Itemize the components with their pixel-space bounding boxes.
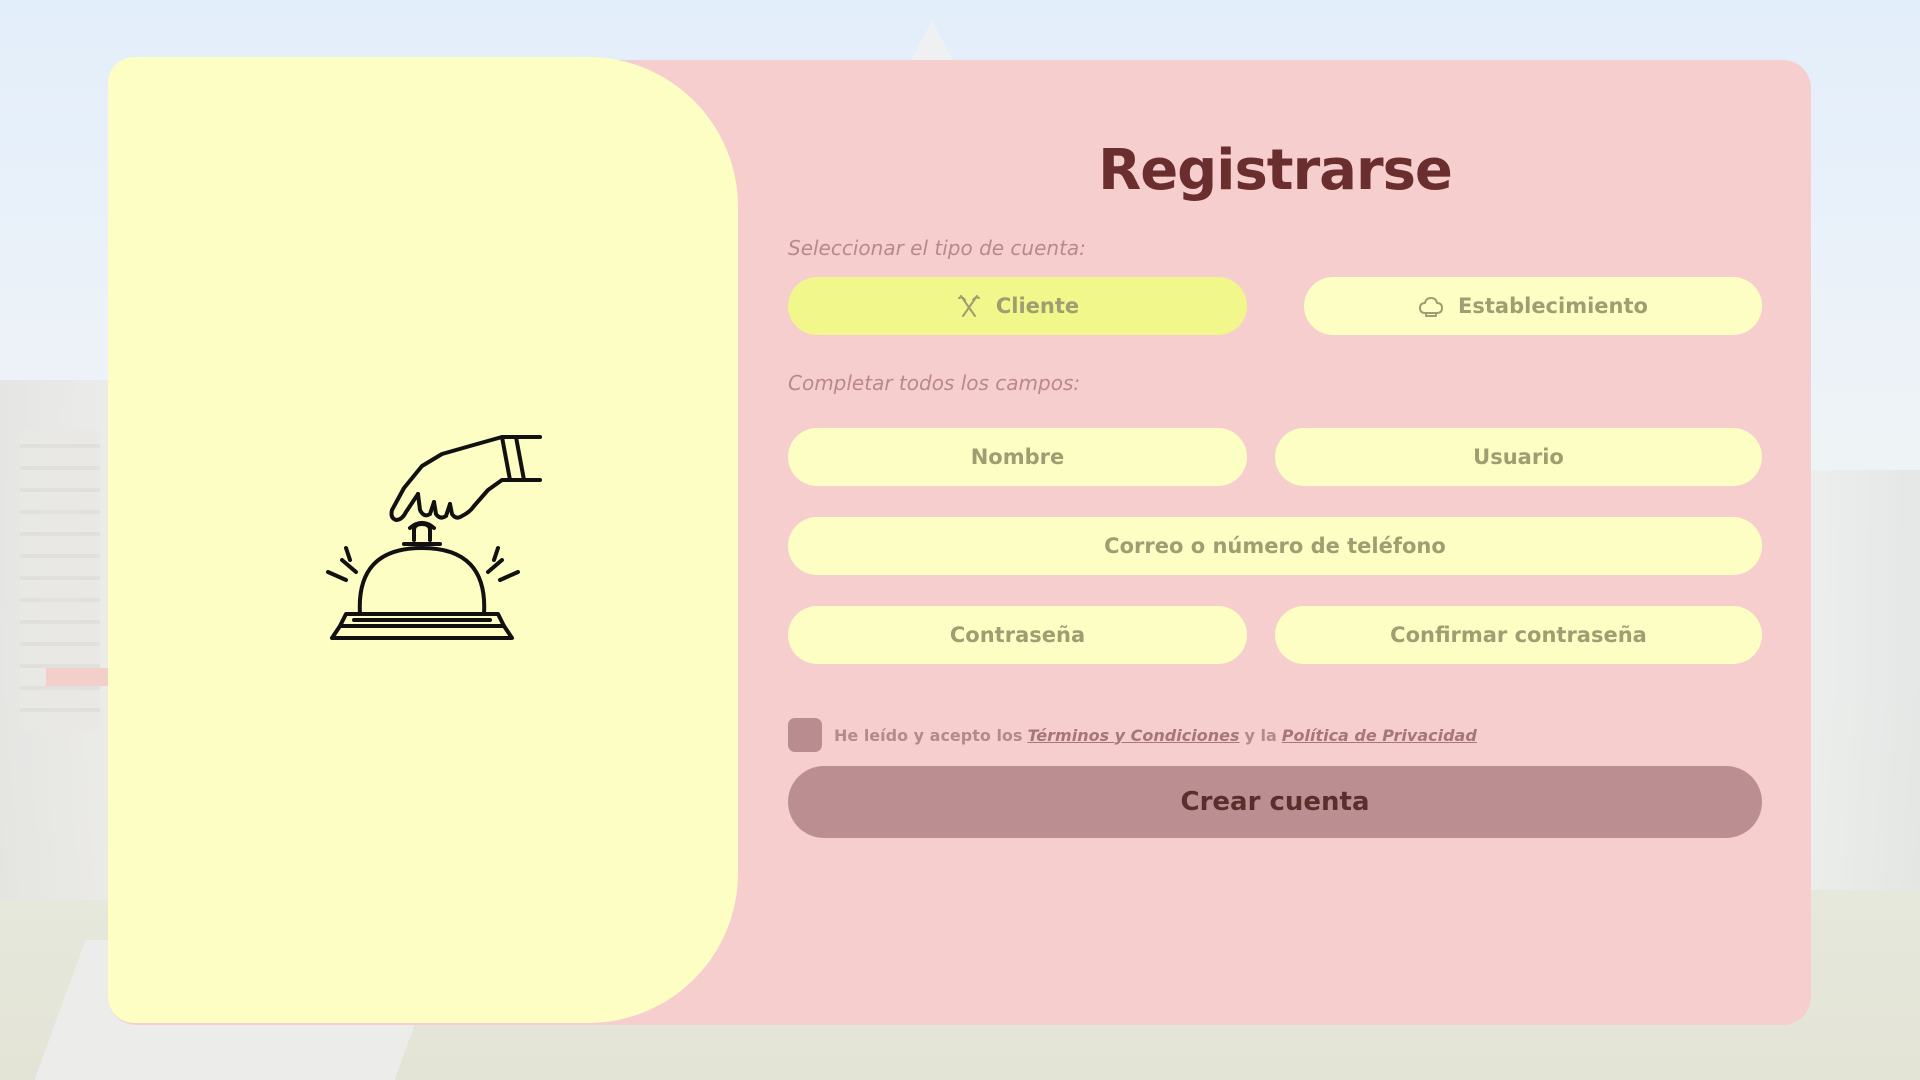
- account-type-label: Seleccionar el tipo de cuenta:: [788, 236, 1086, 260]
- account-type-establecimiento-label: Establecimiento: [1458, 294, 1648, 318]
- privacy-link[interactable]: Política de Privacidad: [1282, 726, 1477, 745]
- account-type-cliente-button[interactable]: Cliente: [788, 277, 1247, 335]
- name-input[interactable]: Nombre: [788, 428, 1247, 486]
- fields-label: Completar todos los campos:: [788, 371, 1081, 395]
- create-account-label: Crear cuenta: [1180, 787, 1370, 817]
- name-placeholder: Nombre: [970, 445, 1065, 469]
- chef-hat-icon: [1419, 297, 1444, 317]
- account-type-cliente-label: Cliente: [995, 294, 1080, 318]
- background-spire: [910, 20, 954, 62]
- password-input[interactable]: Contraseña: [788, 606, 1247, 664]
- service-bell-icon: [326, 435, 542, 640]
- cutlery-icon: [957, 295, 980, 317]
- page-title: Registrarse: [1098, 138, 1453, 203]
- create-account-button[interactable]: Crear cuenta: [788, 766, 1762, 838]
- background-building-right: [1810, 470, 1920, 890]
- contact-input[interactable]: Correo o número de teléfono: [788, 517, 1762, 575]
- terms-link[interactable]: Términos y Condiciones: [1027, 726, 1239, 745]
- contact-placeholder: Correo o número de teléfono: [1104, 534, 1446, 558]
- confirm-password-placeholder: Confirmar contraseña: [1390, 623, 1647, 647]
- terms-row: He leído y acepto los Términos y Condici…: [788, 718, 1482, 752]
- register-form: Registrarse Seleccionar el tipo de cuent…: [788, 60, 1762, 1025]
- terms-joiner: y la: [1244, 725, 1277, 745]
- terms-prefix: He leído y acepto los: [834, 725, 1023, 745]
- username-input[interactable]: Usuario: [1275, 428, 1762, 486]
- account-type-establecimiento-button[interactable]: Establecimiento: [1304, 277, 1762, 335]
- username-placeholder: Usuario: [1473, 445, 1564, 469]
- terms-checkbox[interactable]: [788, 718, 822, 752]
- confirm-password-input[interactable]: Confirmar contraseña: [1275, 606, 1762, 664]
- background-sign: [46, 668, 110, 686]
- password-placeholder: Contraseña: [949, 623, 1086, 647]
